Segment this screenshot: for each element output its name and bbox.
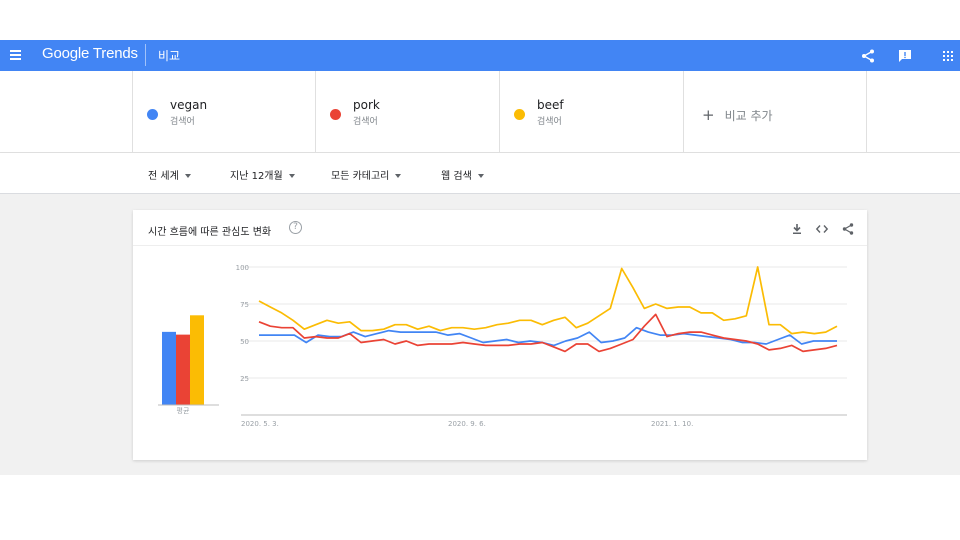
caret-down-icon: [477, 174, 484, 178]
x-tick-label: 2020. 5. 3.: [241, 420, 279, 428]
help-icon[interactable]: ?: [289, 221, 302, 234]
average-bar-vegan: [162, 331, 176, 405]
term-pork[interactable]: pork 검색어: [315, 71, 499, 153]
term-vegan[interactable]: vegan 검색어: [132, 71, 315, 153]
caret-down-icon: [184, 174, 191, 178]
interest-over-time-card: 시간 흐름에 따른 관심도 변화 ? 25 50 75 100 2020. 5. 3. 2…: [133, 210, 867, 460]
x-tick-label: 2020. 9. 6.: [448, 420, 486, 428]
google-trends-logo[interactable]: Google Trends: [42, 45, 138, 62]
filter-label: 전 세계: [148, 171, 179, 182]
y-tick-label: 25: [240, 375, 249, 383]
interest-chart: 25 50 75 100 2020. 5. 3. 2020. 9. 6. 2021. 1. …: [158, 264, 847, 428]
embed-icon[interactable]: [815, 222, 829, 236]
x-tick-label: 2021. 1. 10.: [651, 420, 693, 428]
search-type-filter[interactable]: 웹 검색: [441, 167, 484, 182]
plus-icon: +: [702, 106, 715, 124]
term-type: 검색어: [353, 117, 378, 127]
term-name: beef: [537, 98, 564, 112]
feedback-icon[interactable]: [897, 48, 913, 64]
appbar-divider: [145, 44, 146, 66]
caret-down-icon: [288, 174, 295, 178]
series-line-beef: [258, 266, 838, 335]
time-filter[interactable]: 지난 12개월: [230, 167, 295, 182]
term-type: 검색어: [170, 117, 195, 127]
add-comparison-label: 비교 추가: [724, 109, 773, 123]
top-whitespace: [0, 0, 960, 40]
y-tick-label: 75: [240, 301, 249, 309]
term-color-dot: [514, 109, 525, 120]
y-tick-label: 100: [236, 264, 249, 272]
term-color-dot: [330, 109, 341, 120]
apps-icon[interactable]: [940, 48, 956, 64]
page-title: 비교: [158, 49, 181, 63]
term-name: pork: [353, 98, 380, 112]
y-tick-label: 50: [240, 338, 249, 346]
region-filter[interactable]: 전 세계: [148, 167, 191, 182]
average-label: 평균: [177, 406, 190, 415]
term-name: vegan: [170, 98, 208, 112]
series-line-pork: [258, 313, 838, 353]
caret-down-icon: [395, 174, 402, 178]
filter-label: 웹 검색: [441, 171, 472, 182]
download-icon[interactable]: [790, 222, 804, 236]
filter-label: 모든 카테고리: [331, 171, 390, 182]
filters-bar: 전 세계 지난 12개월 모든 카테고리 웹 검색: [0, 153, 960, 194]
search-terms-row: vegan 검색어 pork 검색어 beef 검색어 + 비교 추가: [0, 71, 960, 153]
share-icon[interactable]: [841, 222, 855, 236]
term-beef[interactable]: beef 검색어: [499, 71, 683, 153]
app-bar: Google Trends 비교: [0, 40, 960, 71]
filter-label: 지난 12개월: [230, 171, 283, 182]
average-bar-beef: [190, 315, 204, 405]
card-title: 시간 흐름에 따른 관심도 변화: [148, 227, 272, 238]
menu-icon[interactable]: [10, 47, 24, 63]
term-type: 검색어: [537, 117, 562, 127]
add-comparison-button[interactable]: + 비교 추가: [683, 71, 867, 153]
average-bar-pork: [176, 334, 190, 405]
term-color-dot: [147, 109, 158, 120]
share-icon[interactable]: [860, 48, 876, 64]
category-filter[interactable]: 모든 카테고리: [331, 167, 402, 182]
